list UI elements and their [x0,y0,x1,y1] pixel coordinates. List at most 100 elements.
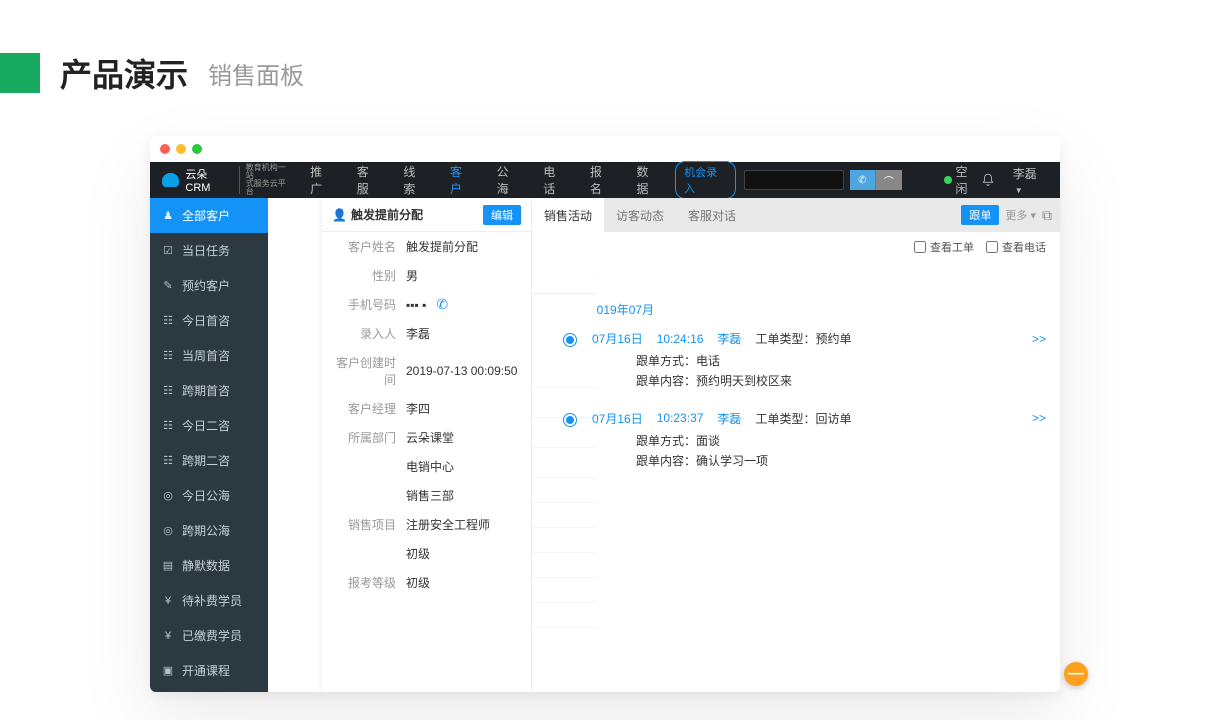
nav-客户[interactable]: 客户 [440,162,483,198]
open-in-new-window-icon[interactable]: ⧉ [1042,207,1052,224]
entry-content: 跟单内容：预约明天到校区来 [636,371,1046,391]
sidebar-item-10[interactable]: ▤静默数据 [150,548,268,583]
sea-icon: ◎ [162,524,174,537]
sidebar-label: 当日任务 [182,242,230,259]
window-close-dot[interactable] [160,144,170,154]
fee-icon: ¥ [162,630,174,642]
detail-field-5: 客户经理李四 [322,394,531,423]
field-label [332,545,396,562]
person-icon: 👤 [332,208,347,222]
entry-ticket: 工单类型：回访单 [755,410,851,427]
detail-field-10: 初级 [322,539,531,568]
view-tickets-checkbox[interactable]: 查看工单 [914,239,974,255]
sidebar-label: 当周首咨 [182,347,230,364]
nav-客服[interactable]: 客服 [347,162,390,198]
edit-button[interactable]: 编辑 [483,205,521,225]
nav-公海[interactable]: 公海 [487,162,530,198]
field-label: 销售项目 [332,516,396,533]
call-icon[interactable]: ✆ [850,170,876,190]
sidebar-item-7[interactable]: ☷跨期二咨 [150,443,268,478]
nav-推广[interactable]: 推广 [300,162,343,198]
right-panel: 销售活动访客动态客服对话 跟单 更多 ▾ ⧉ 查看工单 查看电话 2019年 [532,198,1060,692]
app-window: 云朵CRM 教育机构一站 式服务云平台 推广客服线索客户公海电话报名数据 机会录… [150,136,1060,692]
head-icon: ☷ [162,314,174,327]
entry-date: 07月16日 [592,330,643,347]
task-icon: ☑ [162,244,174,257]
sidebar-item-0[interactable]: ♟全部客户 [150,198,268,233]
follow-button[interactable]: 跟单 [961,205,999,225]
search-input[interactable] [744,170,844,190]
sidebar-item-2[interactable]: ✎预约客户 [150,268,268,303]
sidebar-item-11[interactable]: ¥待补费学员 [150,583,268,618]
sidebar-item-1[interactable]: ☑ 当日任务 [150,233,268,268]
field-label [332,458,396,475]
sidebar-item-4[interactable]: ☷ 当周首咨 [150,338,268,373]
window-min-dot[interactable] [176,144,186,154]
sidebar: ♟全部客户 ☑ 当日任务 ✎预约客户 ☷ 今日首咨 ☷ 当周首咨 ☷跨期首咨☷今日二咨☷跨期二咨… [150,198,268,692]
timeline: 2019年 2019年07月 07月16日 10:24:16 李磊 工单类型：预… [532,262,1060,692]
view-calls-checkbox[interactable]: 查看电话 [986,239,1046,255]
phone-icon[interactable]: ✆ [436,296,448,313]
timeline-item-0: 07月16日 10:24:16 李磊 工单类型：预约单 >> 跟单方式：电话 跟… [570,330,1046,392]
sidebar-item-12[interactable]: ¥ 已缴费学员 [150,618,268,653]
expand-arrow-icon[interactable]: >> [1032,411,1046,425]
sidebar-label: 全部客户 [182,207,230,224]
app-body: ♟全部客户 ☑ 当日任务 ✎预约客户 ☷ 今日首咨 ☷ 当周首咨 ☷跨期首咨☷今日二咨☷跨期二咨… [150,198,1060,692]
detail-field-4: 客户创建时间2019-07-13 00:09:50 [322,348,531,394]
hangup-icon[interactable]: ⌒ [876,170,902,190]
tab-访客动态[interactable]: 访客动态 [604,198,676,232]
nav-线索[interactable]: 线索 [393,162,436,198]
user-menu[interactable]: 李磊 ▼ [1013,165,1048,196]
window-chrome [150,136,1060,162]
nav-电话[interactable]: 电话 [533,162,576,198]
window-max-dot[interactable] [192,144,202,154]
nav-报名[interactable]: 报名 [580,162,623,198]
sidebar-item-5[interactable]: ☷跨期首咨 [150,373,268,408]
sidebar-label: 已缴费学员 [182,627,242,644]
sidebar-label: 跨期首咨 [182,382,230,399]
detail-field-11: 报考等级初级 [322,568,531,597]
tab-客服对话[interactable]: 客服对话 [676,198,748,232]
topbar: 云朵CRM 教育机构一站 式服务云平台 推广客服线索客户公海电话报名数据 机会录… [150,162,1060,198]
sidebar-item-9[interactable]: ◎跨期公海 [150,513,268,548]
expand-arrow-icon[interactable]: >> [1032,332,1046,346]
detail-field-9: 销售项目注册安全工程师 [322,510,531,539]
status-selector[interactable]: 空闲 [944,163,979,197]
entry-time: 10:23:37 [657,411,704,425]
entry-ticket: 工单类型：预约单 [755,330,851,347]
top-nav: 推广客服线索客户公海电话报名数据 [300,162,669,198]
field-label: 录入人 [332,325,396,342]
opportunity-entry-chip[interactable]: 机会录入 [675,161,736,199]
logo[interactable]: 云朵CRM 教育机构一站 式服务云平台 [162,164,292,196]
detail-fields: 客户姓名触发提前分配性别男手机号码▪▪▪ ▪✆录入人李磊客户创建时间2019-0… [322,232,531,597]
status-label: 空闲 [956,163,979,197]
sidebar-item-13[interactable]: ▣ 开通课程 [150,653,268,688]
detail-field-2: 手机号码▪▪▪ ▪✆ [322,290,531,319]
more-menu[interactable]: 更多 ▾ [1005,207,1036,223]
appt-icon: ✎ [162,279,174,292]
sidebar-item-6[interactable]: ☷今日二咨 [150,408,268,443]
sidebar-item-14[interactable]: ✎我的订单 [150,688,268,692]
sidebar-item-8[interactable]: ◎今日公海 [150,478,268,513]
sidebar-label: 开通课程 [182,662,230,679]
course-icon: ▣ [162,664,174,677]
slide-title: 产品演示 [60,50,188,96]
logo-meta1: 教育机构一站 [246,164,292,180]
field-label: 所属部门 [332,429,396,446]
logo-meta2: 式服务云平台 [246,180,292,196]
caret-down-icon: ▼ [1015,186,1023,195]
bell-icon[interactable] [981,173,995,187]
nav-数据[interactable]: 数据 [627,162,670,198]
float-minus-button[interactable]: — [1064,662,1088,686]
sidebar-label: 待补费学员 [182,592,242,609]
entry-method: 跟单方式：面谈 [636,431,1046,451]
entry-method: 跟单方式：电话 [636,351,1046,371]
username: 李磊 [1013,167,1037,181]
sidebar-item-3[interactable]: ☷ 今日首咨 [150,303,268,338]
tab-销售活动[interactable]: 销售活动 [532,198,604,232]
slide-header: 产品演示 销售面板 [0,0,1210,116]
sidebar-label: 今日首咨 [182,312,230,329]
head-icon: ☷ [162,349,174,362]
sidebar-label: 今日二咨 [182,417,230,434]
detail-field-8: 销售三部 [322,481,531,510]
